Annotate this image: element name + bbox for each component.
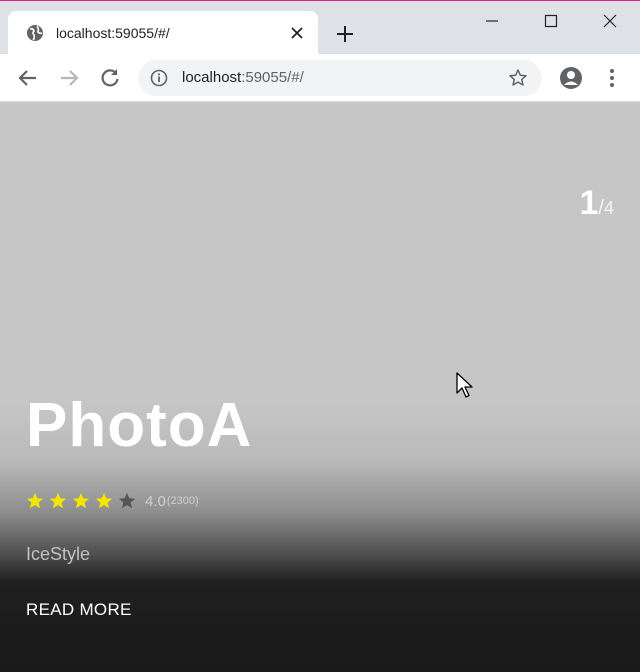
slide-viewport: 1/4 PhotoA 4.0 (2300) IceStyle READ MORE <box>0 102 640 672</box>
star-filled-icon <box>72 492 90 509</box>
star-outline-icon[interactable] <box>508 68 528 88</box>
star-empty-icon <box>118 492 136 509</box>
arrow-left-icon[interactable] <box>16 66 40 90</box>
slide-current: 1 <box>579 184 599 222</box>
rating: 4.0 (2300) <box>26 490 199 512</box>
plus-icon[interactable] <box>335 24 355 44</box>
tab-title: localhost:59055/#/ <box>56 25 170 41</box>
slide-total: 4 <box>603 198 614 218</box>
star-filled-icon <box>49 492 67 509</box>
window-close-icon[interactable] <box>600 11 620 31</box>
reload-icon[interactable] <box>98 66 122 90</box>
arrow-right-icon[interactable] <box>57 66 81 90</box>
url-text[interactable]: localhost:59055/#/ <box>182 69 304 86</box>
address-bar[interactable]: localhost:59055/#/ <box>138 60 542 96</box>
mouse-cursor-icon <box>456 372 473 398</box>
slide-counter: 1/4 <box>580 184 615 223</box>
browser-toolbar: localhost:59055/#/ <box>0 54 640 102</box>
rating-value: 4.0 <box>145 492 166 510</box>
info-icon[interactable] <box>150 69 168 87</box>
rating-count: (2300) <box>166 495 199 507</box>
browser-tab[interactable]: localhost:59055/#/ <box>8 11 318 55</box>
account-icon[interactable] <box>559 66 583 90</box>
kebab-menu-icon[interactable] <box>602 66 622 90</box>
slide-title: PhotoA <box>26 391 253 460</box>
globe-icon <box>27 25 43 41</box>
rating-stars <box>26 492 141 510</box>
slide-subtitle: IceStyle <box>26 544 91 564</box>
maximize-icon[interactable] <box>541 11 561 31</box>
star-filled-icon <box>95 492 113 509</box>
minimize-icon[interactable] <box>482 11 502 31</box>
read-more-button[interactable]: READ MORE <box>26 600 132 620</box>
close-icon[interactable] <box>289 25 305 41</box>
tab-strip: localhost:59055/#/ <box>0 1 640 55</box>
star-filled-icon <box>26 492 44 509</box>
